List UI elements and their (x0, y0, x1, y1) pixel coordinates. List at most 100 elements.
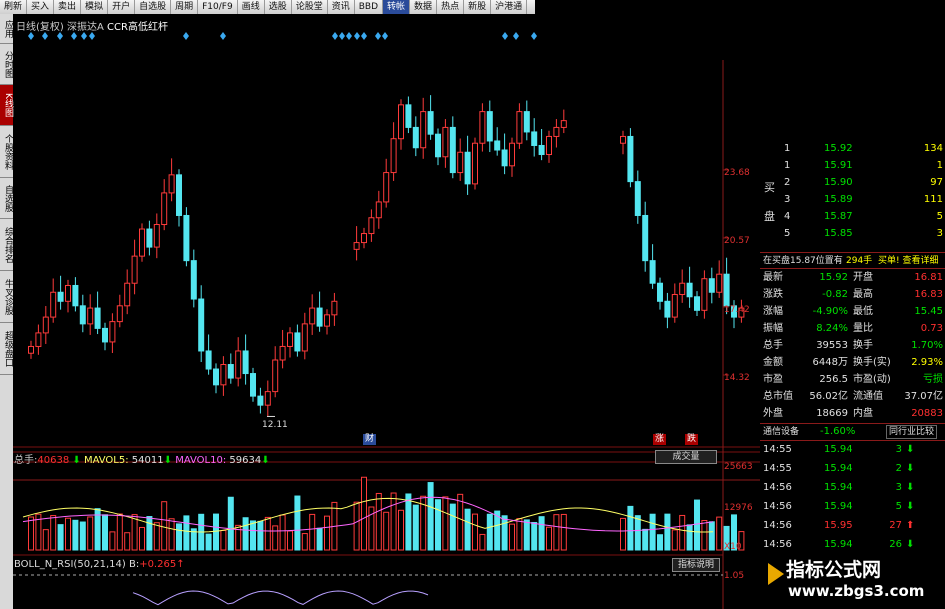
menu-item[interactable]: 模拟 (81, 0, 109, 14)
volume-bar (486, 513, 493, 551)
candle-body (620, 135, 626, 144)
volume-bar (457, 493, 464, 551)
industry-compare-button[interactable]: 同行业比较 (886, 425, 938, 439)
candle-body (146, 228, 153, 248)
pending-order-notice[interactable]: 在买盘15.87位置有 294手 买单! 查看详细 (760, 254, 945, 268)
menu-item[interactable]: 开户 (108, 0, 136, 14)
volume-bar (679, 514, 686, 551)
signal-diamond-icon (531, 32, 537, 40)
side-tab[interactable]: 分时图 (0, 44, 13, 85)
order-book-row[interactable]: 1 15.92 134 (760, 142, 945, 156)
kline-chart[interactable] (13, 30, 760, 609)
volume-bar (671, 529, 678, 551)
volume-bar (161, 501, 168, 551)
menu-item[interactable]: 新股 (464, 0, 492, 14)
volume-bar (176, 523, 182, 551)
mavol5-line (22, 497, 714, 533)
candle-body (198, 298, 205, 352)
candle-body (50, 291, 57, 318)
quote-row: 市盈 256.5 市盈(动) 亏损 (763, 374, 943, 385)
candle-body (287, 332, 293, 347)
candle-body (279, 345, 286, 361)
side-tab[interactable]: 个股资料 (0, 126, 13, 178)
volume-bar (546, 526, 552, 551)
candle-body (109, 321, 116, 343)
candle-body (168, 174, 175, 194)
tick-row: 14:56 15.94 3 ⬇ (763, 482, 915, 493)
volume-bar (509, 523, 515, 551)
signal-diamond-icon (354, 32, 360, 40)
side-tab[interactable]: 应用 (0, 14, 13, 44)
menu-item[interactable]: 自选股 (135, 0, 172, 14)
order-book-row[interactable]: 2 15.90 97 (760, 176, 945, 190)
menu-item[interactable]: 周期 (171, 0, 199, 14)
low-price-label: 12.11 (262, 420, 288, 430)
candle-body (353, 242, 360, 250)
menu-item[interactable]: F10/F9 (198, 0, 238, 14)
candle-body (679, 282, 686, 296)
volume-bar (375, 492, 382, 551)
event-tag-limit-down[interactable]: 跌 (685, 434, 699, 445)
candle-body (264, 391, 271, 406)
candle-body (560, 120, 567, 128)
menu-item[interactable]: 画线 (238, 0, 265, 14)
side-tab[interactable]: 超级盘口 (0, 323, 13, 375)
order-book-row[interactable]: 3 15.89 111 (760, 193, 945, 207)
candle-body (479, 111, 486, 144)
candle-body (516, 111, 523, 144)
top-toolbar: 刷新 买入 卖出 模拟 开户 自选股 周期 F10/F9 画线 选股 论股堂 资讯 BBD 转帐 数据 热点新… (0, 0, 535, 14)
menu-item[interactable]: 论股堂 (292, 0, 328, 14)
event-tag-finance[interactable]: 财 (363, 434, 377, 445)
menu-item[interactable]: 刷新 (0, 0, 28, 14)
candle-body (294, 332, 301, 352)
menu-item[interactable]: 数据 (410, 0, 438, 14)
candle-body (102, 327, 108, 343)
volume-bar (657, 534, 663, 551)
order-book-row[interactable]: 1 15.91 1 (760, 159, 945, 173)
volume-bar (309, 513, 316, 551)
menu-item[interactable]: 卖出 (54, 0, 82, 14)
menu-item[interactable]: 热点 (437, 0, 465, 14)
side-tab[interactable]: 牛叉诊股 (0, 271, 13, 323)
volume-bar (220, 529, 227, 551)
menu-item[interactable]: 转帐 (383, 0, 411, 14)
candle-body (686, 282, 693, 298)
indicator-help-button[interactable]: 指标说明 (672, 558, 720, 572)
volume-bar (708, 521, 715, 551)
menu-item[interactable]: 买入 (27, 0, 55, 14)
candle-body (723, 273, 730, 307)
volume-bar (294, 495, 301, 551)
volume-bar (301, 533, 308, 551)
volume-bar (479, 533, 486, 551)
watermark-url: www.zbgs3.com (788, 582, 925, 600)
candle-body (501, 149, 508, 167)
signal-diamond-icon (81, 32, 87, 40)
menu-item[interactable]: 选股 (265, 0, 292, 14)
candle-body (412, 126, 419, 149)
volume-bar (72, 519, 79, 551)
side-tab[interactable]: K线图 (0, 85, 13, 126)
candle-body (35, 332, 42, 347)
side-tab[interactable]: 自选股 (0, 178, 13, 219)
candle-body (649, 260, 656, 284)
tick-row: 14:55 15.94 3 ⬇ (763, 444, 915, 455)
candle-body (627, 135, 634, 183)
candle-body (153, 224, 160, 248)
side-tab[interactable]: 综合排名 (0, 219, 13, 271)
volume-bar (353, 501, 360, 551)
order-book-row[interactable]: 5 15.85 3 (760, 227, 945, 241)
menu-item[interactable]: BBD (355, 0, 384, 14)
volume-bar (287, 530, 293, 551)
volume-bar (316, 527, 323, 551)
menu-item[interactable]: 沪港通 (491, 0, 528, 14)
order-book-row[interactable]: 4 15.87 5 (760, 210, 945, 224)
candle-body (176, 174, 182, 216)
volume-bar (664, 513, 671, 551)
volume-indicator-select[interactable]: 成交量 (655, 450, 717, 464)
signal-diamond-icon (71, 32, 77, 40)
event-tag-limit-up[interactable]: 涨 (653, 434, 667, 445)
candle-body (72, 284, 79, 307)
menu-item[interactable]: 资讯 (328, 0, 355, 14)
signal-diamond-icon (57, 32, 63, 40)
candle-body (227, 364, 234, 379)
